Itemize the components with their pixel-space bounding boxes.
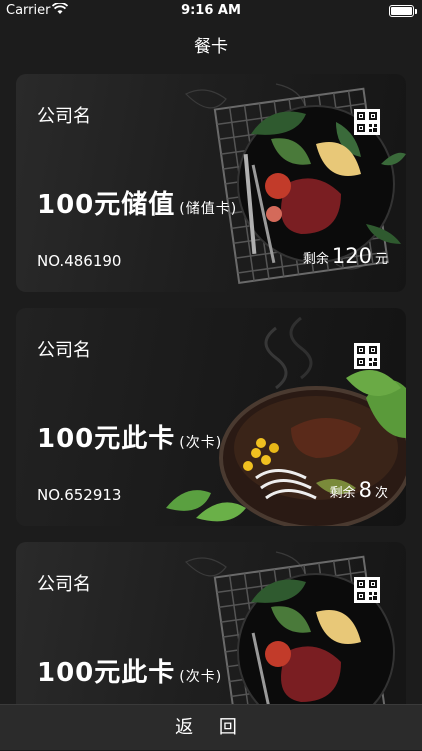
card-list[interactable]: 公司名 100元储值(储值卡) NO.486190 剩余120元 公司名 100…	[0, 72, 422, 704]
meal-card[interactable]: 公司名 100元储值(储值卡) NO.486190 剩余120元	[16, 74, 406, 292]
card-title: 100元此卡(次卡)	[37, 418, 222, 455]
qr-code-icon[interactable]	[354, 109, 380, 135]
company-name: 公司名	[37, 570, 91, 596]
remain-value: 120	[332, 244, 372, 268]
remain-unit: 次	[375, 486, 388, 501]
company-name: 公司名	[37, 102, 91, 128]
company-name: 公司名	[37, 336, 91, 362]
battery-icon	[389, 5, 414, 17]
card-title-main: 100元此卡	[37, 424, 175, 454]
card-title: 100元储值(储值卡)	[37, 184, 237, 221]
card-title-main: 100元此卡	[37, 658, 175, 688]
remain-prefix: 剩余	[303, 252, 329, 267]
remaining-balance: 剩余8次	[330, 478, 388, 502]
card-number: NO.486190	[37, 252, 121, 270]
card-type: (次卡)	[179, 435, 222, 451]
status-bar: Carrier 9:16 AM	[0, 0, 422, 22]
card-title: 100元此卡(次卡)	[37, 652, 222, 689]
back-button[interactable]: 返 回	[0, 704, 422, 750]
qr-code-icon[interactable]	[354, 343, 380, 369]
card-title-main: 100元储值	[37, 190, 175, 220]
card-type: (储值卡)	[179, 201, 237, 217]
card-number: NO.652913	[37, 486, 121, 504]
clock: 9:16 AM	[0, 3, 422, 18]
card-type: (次卡)	[179, 669, 222, 685]
meal-card[interactable]: 公司名 100元此卡(次卡)	[16, 542, 406, 704]
remaining-balance: 剩余120元	[303, 244, 388, 268]
page-title: 餐卡	[0, 32, 422, 57]
remain-value: 8	[359, 478, 372, 502]
remain-prefix: 剩余	[330, 486, 356, 501]
qr-code-icon[interactable]	[354, 577, 380, 603]
remain-unit: 元	[375, 252, 388, 267]
meal-card[interactable]: 公司名 100元此卡(次卡) NO.652913 剩余8次	[16, 308, 406, 526]
